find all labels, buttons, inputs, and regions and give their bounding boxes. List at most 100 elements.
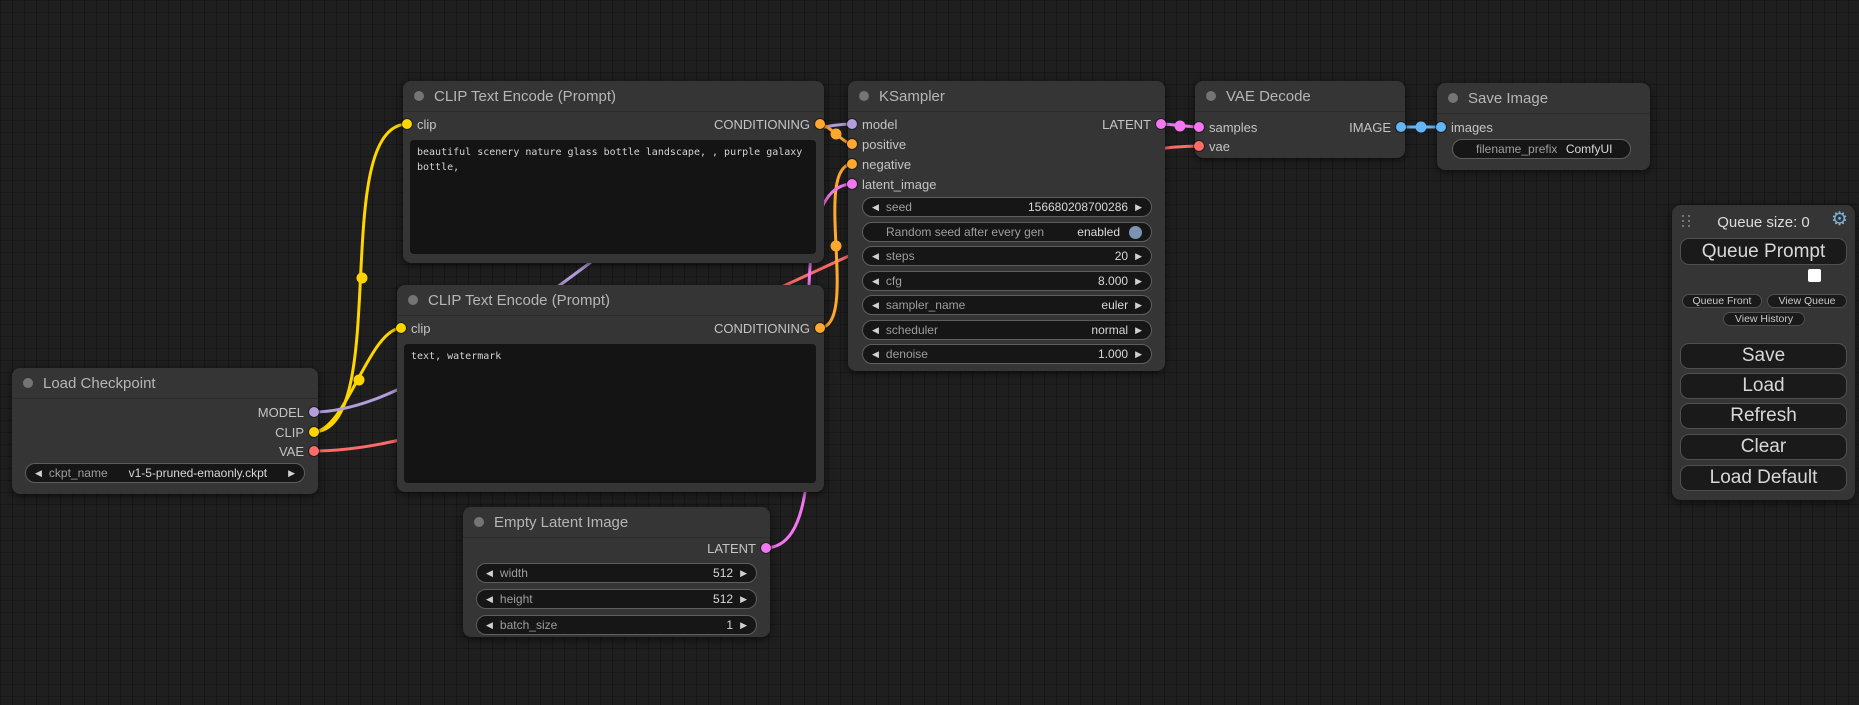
increment-arrow-icon[interactable]: ▶	[1135, 349, 1142, 360]
node-header[interactable]: VAE Decode	[1195, 81, 1405, 112]
node-empty-latent-image[interactable]: Empty Latent Image LATENT ◀ width 512 ▶ …	[463, 507, 770, 637]
height-widget[interactable]: ◀ height 512 ▶	[476, 589, 757, 609]
conditioning-slot-dot[interactable]	[847, 159, 857, 169]
conditioning-slot-dot[interactable]	[847, 139, 857, 149]
node-ksampler[interactable]: KSampler model positive negative latent_…	[848, 81, 1165, 371]
clip-slot-dot[interactable]	[402, 119, 412, 129]
node-header[interactable]: Load Checkpoint	[12, 368, 318, 399]
decrement-arrow-icon[interactable]: ◀	[872, 325, 879, 336]
node-collapse-dot[interactable]	[1448, 93, 1458, 103]
latent-slot-dot[interactable]	[1194, 122, 1204, 132]
latent-slot-dot[interactable]	[1156, 119, 1166, 129]
random-seed-toggle-widget[interactable]: Random seed after every gen enabled	[862, 222, 1152, 242]
node-header[interactable]: CLIP Text Encode (Prompt)	[397, 285, 824, 316]
conditioning-slot-dot[interactable]	[815, 119, 825, 129]
decrement-arrow-icon[interactable]: ◀	[35, 468, 42, 479]
denoise-widget[interactable]: ◀ denoise 1.000 ▶	[862, 344, 1152, 364]
filename-prefix-widget[interactable]: filename_prefix ComfyUI	[1452, 139, 1631, 159]
refresh-button[interactable]: Refresh	[1680, 403, 1847, 429]
view-history-button[interactable]: View History	[1723, 312, 1805, 326]
input-slot-vae[interactable]: vae	[1195, 137, 1230, 155]
node-collapse-dot[interactable]	[859, 91, 869, 101]
output-slot-latent[interactable]: LATENT	[707, 539, 770, 557]
decrement-arrow-icon[interactable]: ◀	[872, 349, 879, 360]
clear-button[interactable]: Clear	[1680, 434, 1847, 460]
image-slot-dot[interactable]	[1436, 122, 1446, 132]
node-collapse-dot[interactable]	[1206, 91, 1216, 101]
clip-slot-dot[interactable]	[309, 427, 319, 437]
load-button[interactable]: Load	[1680, 373, 1847, 399]
increment-arrow-icon[interactable]: ▶	[1135, 276, 1142, 287]
node-load-checkpoint[interactable]: Load Checkpoint MODEL CLIP VAE ◀ ckpt_na…	[12, 368, 318, 494]
decrement-arrow-icon[interactable]: ◀	[486, 568, 493, 579]
queue-prompt-button[interactable]: Queue Prompt	[1680, 238, 1847, 265]
node-save-image[interactable]: Save Image images filename_prefix ComfyU…	[1437, 83, 1650, 170]
node-collapse-dot[interactable]	[414, 91, 424, 101]
increment-arrow-icon[interactable]: ▶	[288, 468, 295, 479]
input-slot-clip[interactable]: clip	[397, 319, 431, 337]
input-slot-model[interactable]: model	[848, 115, 897, 133]
node-collapse-dot[interactable]	[23, 378, 33, 388]
load-default-button[interactable]: Load Default	[1680, 465, 1847, 491]
input-slot-positive[interactable]: positive	[848, 135, 906, 153]
scheduler-widget[interactable]: ◀ scheduler normal ▶	[862, 320, 1152, 340]
ckpt-name-widget[interactable]: ◀ ckpt_name v1-5-pruned-emaonly.ckpt ▶	[25, 463, 305, 483]
vae-slot-dot[interactable]	[1194, 141, 1204, 151]
batch-size-widget[interactable]: ◀ batch_size 1 ▶	[476, 615, 757, 635]
increment-arrow-icon[interactable]: ▶	[740, 594, 747, 605]
prompt-textarea[interactable]: text, watermark	[404, 344, 816, 483]
decrement-arrow-icon[interactable]: ◀	[872, 251, 879, 262]
extra-options-checkbox[interactable]	[1808, 269, 1821, 282]
output-slot-model[interactable]: MODEL	[258, 403, 318, 421]
decrement-arrow-icon[interactable]: ◀	[872, 276, 879, 287]
node-header[interactable]: Empty Latent Image	[463, 507, 770, 538]
node-header[interactable]: CLIP Text Encode (Prompt)	[403, 81, 824, 112]
node-header[interactable]: KSampler	[848, 81, 1165, 112]
decrement-arrow-icon[interactable]: ◀	[486, 620, 493, 631]
save-button[interactable]: Save	[1680, 343, 1847, 369]
node-clip-text-encode-positive[interactable]: CLIP Text Encode (Prompt) clip CONDITION…	[403, 81, 824, 263]
output-slot-image[interactable]: IMAGE	[1349, 118, 1405, 136]
increment-arrow-icon[interactable]: ▶	[740, 568, 747, 579]
view-queue-button[interactable]: View Queue	[1767, 294, 1847, 308]
input-slot-images[interactable]: images	[1437, 118, 1493, 136]
input-slot-clip[interactable]: clip	[403, 115, 437, 133]
increment-arrow-icon[interactable]: ▶	[1135, 300, 1142, 311]
input-slot-samples[interactable]: samples	[1195, 118, 1257, 136]
cfg-widget[interactable]: ◀ cfg 8.000 ▶	[862, 271, 1152, 291]
decrement-arrow-icon[interactable]: ◀	[872, 300, 879, 311]
sampler-name-widget[interactable]: ◀ sampler_name euler ▶	[862, 295, 1152, 315]
latent-slot-dot[interactable]	[761, 543, 771, 553]
node-vae-decode[interactable]: VAE Decode samples vae IMAGE	[1195, 81, 1405, 158]
increment-arrow-icon[interactable]: ▶	[1135, 325, 1142, 336]
seed-widget[interactable]: ◀ seed 156680208700286 ▶	[862, 197, 1152, 217]
output-slot-conditioning[interactable]: CONDITIONING	[714, 319, 824, 337]
node-clip-text-encode-negative[interactable]: CLIP Text Encode (Prompt) clip CONDITION…	[397, 285, 824, 492]
steps-widget[interactable]: ◀ steps 20 ▶	[862, 246, 1152, 266]
decrement-arrow-icon[interactable]: ◀	[872, 202, 879, 213]
decrement-arrow-icon[interactable]: ◀	[486, 594, 493, 605]
toggle-knob[interactable]	[1129, 226, 1142, 239]
increment-arrow-icon[interactable]: ▶	[1135, 202, 1142, 213]
output-slot-conditioning[interactable]: CONDITIONING	[714, 115, 824, 133]
output-slot-clip[interactable]: CLIP	[275, 423, 318, 441]
model-slot-dot[interactable]	[847, 119, 857, 129]
node-collapse-dot[interactable]	[408, 295, 418, 305]
image-slot-dot[interactable]	[1396, 122, 1406, 132]
width-widget[interactable]: ◀ width 512 ▶	[476, 563, 757, 583]
clip-slot-dot[interactable]	[396, 323, 406, 333]
output-slot-vae[interactable]: VAE	[279, 442, 318, 460]
conditioning-slot-dot[interactable]	[815, 323, 825, 333]
node-header[interactable]: Save Image	[1437, 83, 1650, 114]
node-collapse-dot[interactable]	[474, 517, 484, 527]
latent-slot-dot[interactable]	[847, 179, 857, 189]
settings-gear-icon[interactable]: ⚙	[1831, 210, 1848, 229]
input-slot-latent-image[interactable]: latent_image	[848, 175, 936, 193]
prompt-textarea[interactable]: beautiful scenery nature glass bottle la…	[410, 140, 816, 254]
vae-slot-dot[interactable]	[309, 446, 319, 456]
input-slot-negative[interactable]: negative	[848, 155, 911, 173]
increment-arrow-icon[interactable]: ▶	[1135, 251, 1142, 262]
model-slot-dot[interactable]	[309, 407, 319, 417]
output-slot-latent[interactable]: LATENT	[1102, 115, 1165, 133]
queue-front-button[interactable]: Queue Front	[1682, 294, 1762, 308]
